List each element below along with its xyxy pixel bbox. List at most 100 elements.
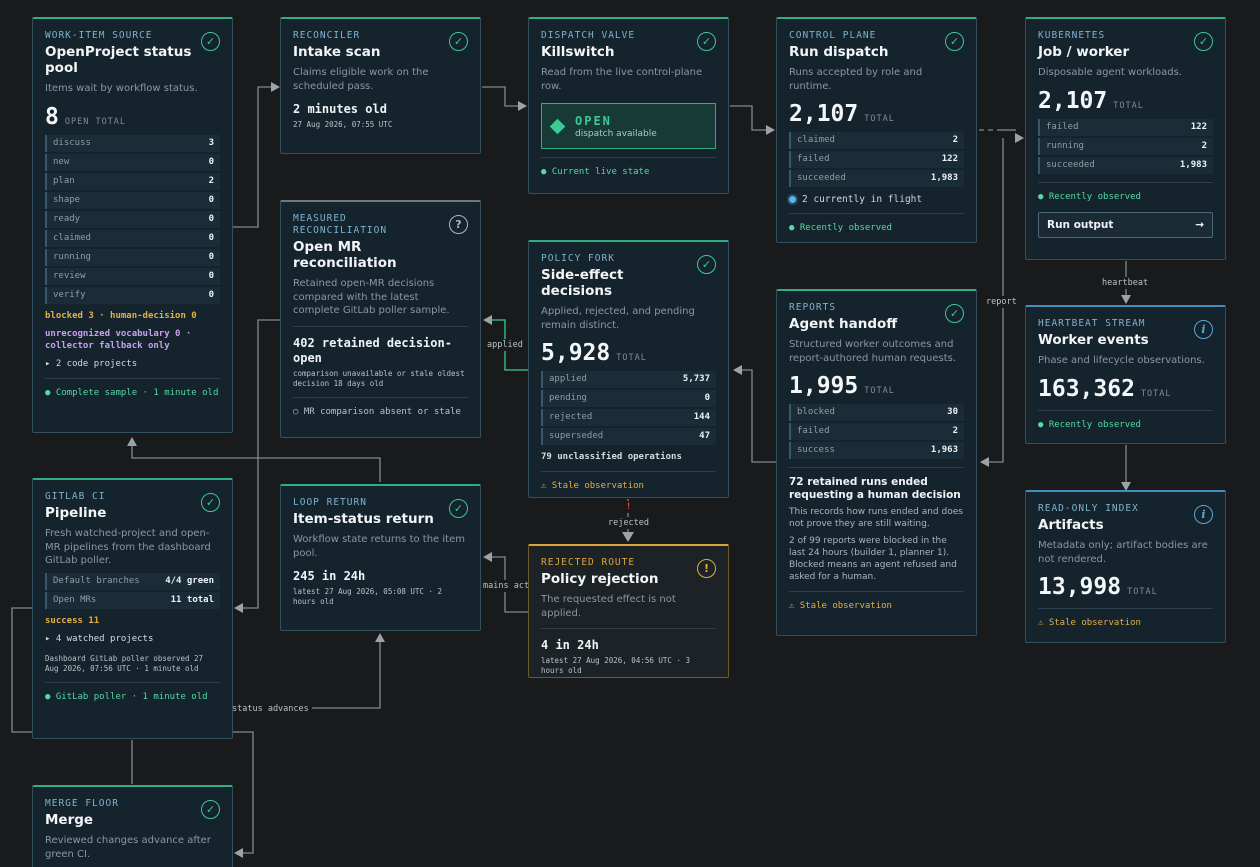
card-kicker: CONTROL PLANE — [789, 30, 877, 41]
decision-row: applied 5,737 — [541, 371, 716, 388]
read-only-index-card[interactable]: i READ-ONLY INDEX Artifacts Metadata onl… — [1025, 490, 1226, 643]
decision-row: superseded 47 — [541, 428, 716, 445]
check-icon: ✓ — [449, 499, 468, 518]
card-kicker: READ-ONLY INDEX — [1038, 503, 1139, 514]
card-title: Killswitch — [541, 44, 615, 60]
kubernetes-card[interactable]: ✓ KUBERNETES Job / worker Disposable age… — [1025, 17, 1226, 260]
policy-fork-card[interactable]: ✓ POLICY FORK Side-effect decisions Appl… — [528, 240, 729, 498]
card-kicker: GITLAB CI — [45, 491, 106, 502]
reconciler-card[interactable]: ✓ RECONCILER Intake scan Claims eligible… — [280, 17, 481, 154]
check-icon: ✓ — [945, 304, 964, 323]
total-label: TOTAL — [864, 114, 895, 124]
work-item-source-card[interactable]: ✓ WORK-ITEM SOURCE OpenProject status po… — [32, 17, 233, 433]
card-kicker: MEASURED RECONCILIATION — [293, 213, 388, 236]
dispatch-valve-card[interactable]: ✓ DISPATCH VALVE Killswitch Read from th… — [528, 17, 729, 194]
job-row: running 2 — [1038, 137, 1213, 155]
card-title: Open MR reconciliation — [293, 239, 397, 271]
success-count: success 11 — [45, 615, 100, 626]
card-description: Fresh watched-project and open-MR pipeli… — [45, 528, 211, 566]
status-row: plan 2 — [45, 172, 220, 190]
freshness-status: ● Complete sample · 1 minute old — [45, 387, 219, 398]
retained-decisions: 402 retained decision-open — [293, 335, 452, 365]
check-icon: ✓ — [945, 32, 964, 51]
status-row: claimed 0 — [45, 229, 220, 247]
card-title: Run dispatch — [789, 44, 889, 60]
poller-observed: Dashboard GitLab poller observed 27 Aug … — [45, 653, 204, 673]
control-plane-card[interactable]: ✓ CONTROL PLANE Run dispatch Runs accept… — [776, 17, 977, 243]
events-total: 163,362 — [1038, 375, 1135, 402]
edge-label-remains-active: mains act — [480, 580, 533, 592]
question-icon: ? — [449, 215, 468, 234]
card-description: Applied, rejected, and pending remain di… — [541, 306, 695, 331]
card-description: Disposable agent workloads. — [1038, 67, 1182, 78]
unrecognized-vocabulary: unrecognized vocabulary 0 · collector fa… — [45, 328, 192, 351]
card-kicker: POLICY FORK — [541, 253, 615, 264]
return-count: 245 in 24h — [293, 569, 366, 583]
reports-card[interactable]: ✓ REPORTS Agent handoff Structured worke… — [776, 289, 977, 636]
card-kicker: REPORTS — [789, 302, 837, 313]
total-label: TOTAL — [1113, 100, 1144, 111]
pipeline-row: Open MRs 11 total — [45, 591, 220, 609]
freshness-status: ● Current live state — [541, 167, 650, 177]
total-label: TOTAL — [864, 386, 895, 396]
report-row: failed 2 — [789, 423, 964, 440]
card-title: Policy rejection — [541, 571, 659, 587]
card-title: Job / worker — [1038, 44, 1130, 60]
comparison-note: comparison unavailable or stale oldest d… — [293, 368, 465, 388]
card-description: Claims eligible work on the scheduled pa… — [293, 67, 429, 92]
info-icon: i — [1194, 320, 1213, 339]
check-icon: ✓ — [697, 32, 716, 51]
check-icon: ✓ — [201, 493, 220, 512]
edge-reject-mark: ! — [623, 501, 635, 513]
card-title: Pipeline — [45, 505, 107, 521]
freshness-status: ● GitLab poller · 1 minute old — [45, 691, 208, 702]
in-flight-dot-icon — [789, 196, 796, 203]
killswitch-state: OPEN dispatch available — [541, 103, 716, 149]
card-description: Retained open-MR decisions compared with… — [293, 278, 450, 316]
decision-rows: applied 5,737 pending 0 rejected 144 supers… — [541, 371, 716, 445]
code-projects-toggle[interactable]: ▸ 2 code projects — [45, 358, 220, 370]
merge-floor-card[interactable]: ✓ MERGE FLOOR Merge Reviewed changes adv… — [32, 785, 233, 867]
card-kicker: KUBERNETES — [1038, 30, 1106, 41]
heartbeat-stream-card[interactable]: i HEARTBEAT STREAM Worker events Phase a… — [1025, 305, 1226, 444]
check-icon: ✓ — [1194, 32, 1213, 51]
check-icon: ✓ — [449, 32, 468, 51]
freshness-status: ⚠ Stale observation — [1038, 618, 1141, 628]
status-row: new 0 — [45, 153, 220, 171]
measured-reconciliation-card[interactable]: ? MEASURED RECONCILIATION Open MR reconc… — [280, 200, 481, 438]
edge-label-status-advances: status advances — [229, 703, 312, 715]
loop-return-card[interactable]: ✓ LOOP RETURN Item-status return Workflo… — [280, 484, 481, 631]
edge-label-rejected: rejected — [605, 517, 652, 529]
total-label: TOTAL — [616, 353, 647, 363]
card-description: Items wait by workflow status. — [45, 83, 198, 94]
runs-total: 2,107 — [789, 101, 859, 127]
gitlab-ci-card[interactable]: ✓ GITLAB CI Pipeline Fresh watched-proje… — [32, 478, 233, 739]
decision-row: pending 0 — [541, 390, 716, 407]
check-icon: ✓ — [201, 800, 220, 819]
decisions-total: 5,928 — [541, 340, 611, 366]
watched-projects-toggle[interactable]: ▸ 4 watched projects — [45, 633, 220, 645]
decision-row: rejected 144 — [541, 409, 716, 426]
card-description: Phase and lifecycle observations. — [1038, 355, 1205, 366]
run-row: claimed 2 — [789, 132, 964, 149]
status-row: ready 0 — [45, 210, 220, 228]
retained-runs: 72 retained runs ended requesting a huma… — [789, 476, 961, 501]
scan-age: 2 minutes old — [293, 102, 387, 116]
freshness-status: ⚠ Stale observation — [789, 601, 892, 611]
card-description: Read from the live control-plane row. — [541, 67, 703, 92]
retained-runs-note: This records how runs ended and does not… — [789, 507, 963, 529]
rejected-route-card[interactable]: ! REJECTED ROUTE Policy rejection The re… — [528, 544, 729, 678]
run-row: succeeded 1,983 — [789, 170, 964, 187]
valve-state-detail: dispatch available — [575, 128, 657, 139]
card-kicker: DISPATCH VALVE — [541, 30, 636, 41]
freshness-status: ● Recently observed — [1038, 419, 1141, 430]
freshness-status: ⚠ Stale observation — [541, 481, 644, 491]
card-title: Merge — [45, 812, 94, 828]
run-output-button[interactable]: Run output → — [1038, 211, 1213, 238]
reports-total: 1,995 — [789, 373, 859, 399]
card-title: Item-status return — [293, 511, 434, 527]
jobs-total: 2,107 — [1038, 87, 1108, 114]
arrow-right-icon: → — [1195, 218, 1204, 231]
freshness-status: ● Recently observed — [789, 223, 892, 233]
card-kicker: REJECTED ROUTE — [541, 557, 636, 568]
